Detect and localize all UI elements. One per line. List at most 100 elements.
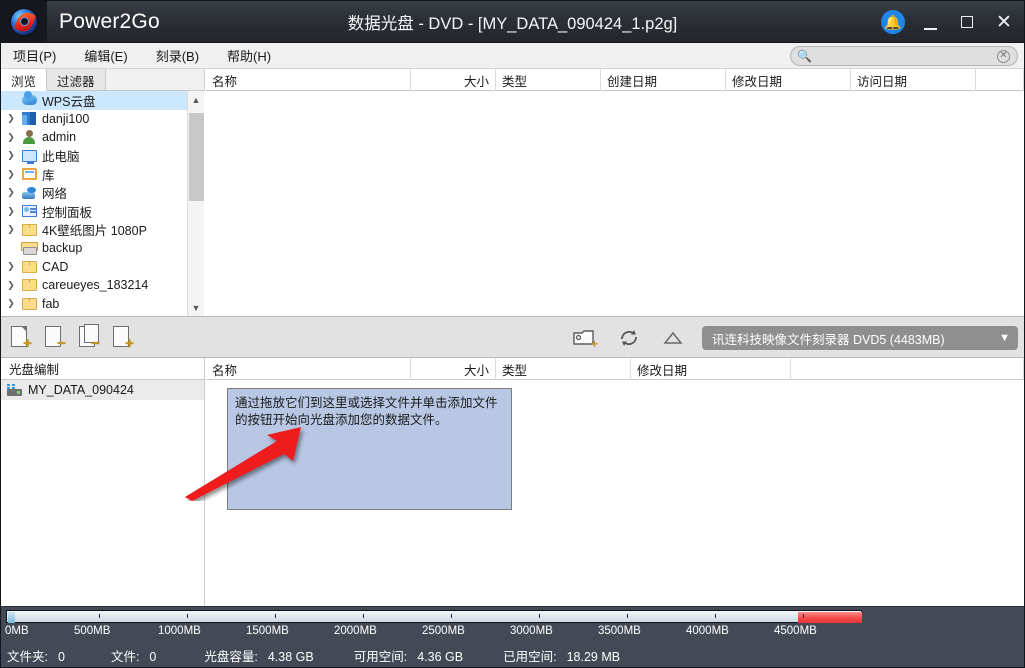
column-header-type[interactable]: 类型 (496, 69, 601, 91)
column-header-modified[interactable]: 修改日期 (631, 358, 791, 380)
search-box[interactable]: 🔍 ✕ (790, 46, 1018, 66)
status-value: 4.38 GB (267, 650, 314, 664)
tree-item-label: careueyes_183214 (42, 278, 149, 293)
column-header-name[interactable]: 名称 (206, 358, 411, 380)
menu-item-help[interactable]: 帮助(H) (225, 44, 283, 67)
menu-item-project[interactable]: 项目(P) (11, 44, 68, 67)
tab-browse[interactable]: 浏览 (1, 69, 48, 91)
maximize-button[interactable] (955, 9, 979, 35)
chevron-right-icon[interactable]: ❯ (3, 132, 19, 143)
refresh-icon[interactable] (614, 325, 644, 351)
status-used-space: 已用空间: 18.29 MB (503, 646, 620, 665)
tree-item-careueyes[interactable]: ❯ careueyes_183214 (1, 276, 188, 295)
folder-icon (19, 260, 39, 273)
column-header-created[interactable]: 创建日期 (601, 69, 726, 91)
compilation-area: 光盘编制 MY_DATA_090424 名称 大小 类型 修改日期 通过拖放它们… (1, 358, 1024, 606)
source-list-header: 名称 大小 类型 创建日期 修改日期 访问日期 (206, 69, 1024, 91)
search-input[interactable] (817, 48, 997, 64)
compilation-list-header: 名称 大小 类型 修改日期 (206, 358, 1024, 380)
close-button[interactable]: ✕ (992, 9, 1016, 35)
tree-item-label: WPS云盘 (42, 94, 96, 109)
status-bar: 文件夹: 0 文件: 0 光盘容量: 4.38 GB 可用空间: 4.36 GB… (1, 643, 1024, 668)
minimize-button[interactable] (918, 9, 942, 35)
chevron-right-icon[interactable]: ❯ (3, 280, 19, 291)
tree-item-backup[interactable]: backup (1, 239, 188, 258)
eject-icon[interactable] (658, 325, 688, 351)
chevron-right-icon[interactable]: ❯ (3, 224, 19, 235)
app-logo (1, 0, 47, 43)
chevron-right-icon[interactable]: ❯ (3, 206, 19, 217)
tree-item-network[interactable]: ❯ 网络 (1, 184, 188, 203)
chevron-right-icon[interactable]: ❯ (3, 298, 19, 309)
tree-item-admin[interactable]: ❯ admin (1, 128, 188, 147)
tree-item-libraries[interactable]: ❯ 库 (1, 165, 188, 184)
tree-item-fab[interactable]: ❯ fab (1, 295, 188, 314)
tree-item-wps-cloud[interactable]: WPS云盘 (1, 91, 188, 110)
column-header-modified[interactable]: 修改日期 (726, 69, 851, 91)
chevron-down-icon[interactable]: ▼ (188, 299, 204, 316)
power2go-window: Power2Go 数据光盘 - DVD - [MY_DATA_090424_1.… (0, 0, 1025, 668)
compilation-file-list[interactable]: 名称 大小 类型 修改日期 通过拖放它们到这里或选择文件并单击添加文件的按钮开始… (206, 358, 1024, 606)
column-header-accessed[interactable]: 访问日期 (851, 69, 976, 91)
tree-item-this-pc[interactable]: ❯ 此电脑 (1, 147, 188, 166)
status-value: 4.36 GB (417, 650, 464, 664)
chevron-right-icon[interactable]: ❯ (3, 187, 19, 198)
status-label: 文件夹: (7, 650, 48, 664)
tree-item-label: backup (42, 241, 83, 256)
chevron-right-icon[interactable]: ❯ (3, 150, 19, 161)
tick-label: 0MB (5, 625, 29, 637)
document-minus-icon[interactable]: − (43, 324, 67, 351)
flame-icon (13, 9, 37, 34)
bell-icon[interactable]: 🔔 (881, 10, 905, 34)
library-icon (19, 168, 39, 181)
column-header-size[interactable]: 大小 (411, 358, 496, 380)
disc-label-plus-icon[interactable]: + (570, 325, 600, 351)
tree-item-cad[interactable]: ❯ CAD (1, 258, 188, 277)
folder-plus-icon[interactable]: + (111, 324, 135, 351)
chevron-down-icon[interactable]: ▼ (999, 332, 1010, 344)
tree-scrollbar[interactable]: ▲ ▼ (187, 91, 204, 316)
tree-item-danji100[interactable]: ❯ danji100 (1, 110, 188, 129)
column-header-size[interactable]: 大小 (411, 69, 496, 91)
source-file-list[interactable]: 名称 大小 类型 创建日期 修改日期 访问日期 (206, 69, 1024, 316)
status-label: 光盘容量: (204, 650, 258, 664)
power2go-disc-icon (11, 8, 37, 35)
tree-item-4k-wallpaper[interactable]: ❯ 4K壁纸图片 1080P (1, 221, 188, 240)
scrollbar-thumb[interactable] (189, 113, 204, 201)
chevron-right-icon[interactable]: ❯ (3, 113, 19, 124)
tree-item-label: 此电脑 (42, 150, 80, 165)
window-controls: 🔔 ✕ (881, 1, 1016, 43)
tick-label: 4500MB (774, 625, 817, 637)
tree-item-control-panel[interactable]: ❯ 控制面板 (1, 202, 188, 221)
folder-icon (19, 223, 39, 236)
tab-filter[interactable]: 过滤器 (47, 69, 106, 90)
tick-label: 1000MB (158, 625, 201, 637)
chevron-up-icon[interactable]: ▲ (188, 91, 204, 108)
tick-label: 500MB (74, 625, 111, 637)
status-label: 文件: (110, 650, 140, 664)
disc-project-icon (7, 384, 23, 396)
cloud-icon (19, 91, 39, 106)
compilation-header: 光盘编制 (1, 358, 204, 380)
column-header-filler (791, 358, 1024, 380)
column-header-name[interactable]: 名称 (206, 69, 411, 91)
clear-search-icon[interactable]: ✕ (997, 49, 1010, 63)
capacity-tick-labels: 0MB 500MB 1000MB 1500MB 2000MB 2500MB 30… (1, 625, 1024, 641)
documents-minus-icon[interactable]: − (77, 324, 101, 351)
compilation-project-item[interactable]: MY_DATA_090424 (1, 380, 204, 400)
column-header-filler (976, 69, 1024, 91)
status-disc-capacity: 光盘容量: 4.38 GB (204, 646, 313, 665)
column-header-type[interactable]: 类型 (496, 358, 631, 380)
capacity-bar[interactable] (6, 610, 862, 623)
chevron-right-icon[interactable]: ❯ (3, 261, 19, 272)
status-value: 18.29 MB (566, 650, 621, 664)
chevron-right-icon[interactable]: ❯ (3, 169, 19, 180)
tree-item-label: admin (42, 130, 77, 145)
menu-item-edit[interactable]: 编辑(E) (82, 44, 139, 67)
tick-label: 4000MB (686, 625, 729, 637)
folder-tree[interactable]: WPS云盘 ❯ danji100 ❯ admin ❯ 此电脑 ❯ 库 ❯ 网络 … (1, 91, 205, 316)
tree-item-label: fab (42, 296, 60, 311)
drive-selector[interactable]: 讯连科技映像文件刻录器 DVD5 (4483MB) ▼ (702, 326, 1018, 350)
menu-item-burn[interactable]: 刻录(B) (154, 44, 211, 67)
document-plus-icon[interactable]: + (9, 324, 33, 351)
